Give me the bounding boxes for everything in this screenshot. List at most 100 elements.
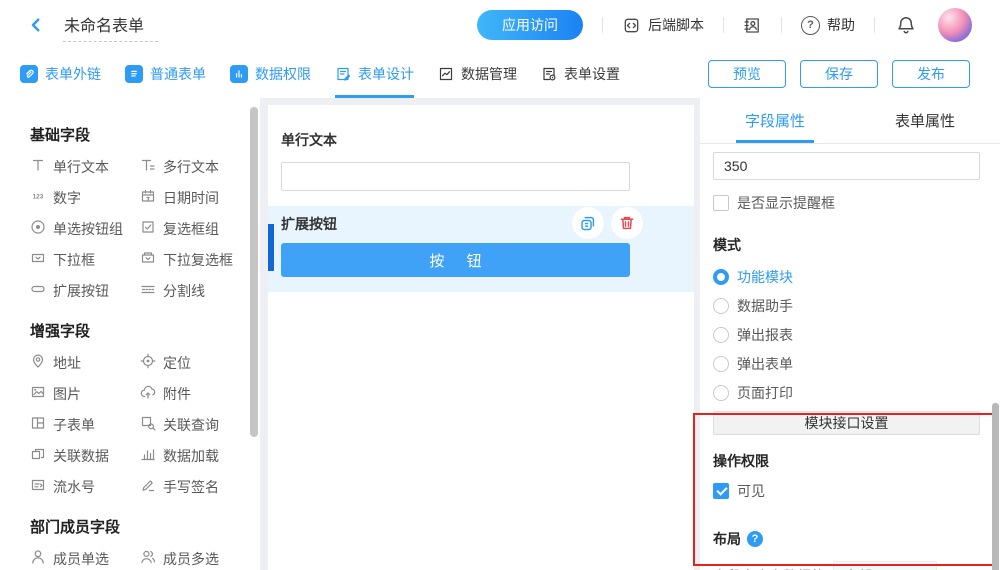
palette-item-label: 图片 xyxy=(53,384,81,404)
canvas-card: 单行文本 扩展按钮 按 钮 xyxy=(268,105,694,570)
mselect-icon xyxy=(140,250,156,266)
palette-item-label: 扩展按钮 xyxy=(53,281,109,301)
help-button[interactable]: ? 帮助 xyxy=(801,15,855,35)
visible-label: 可见 xyxy=(737,481,765,501)
palette-item-label: 关联数据 xyxy=(53,446,109,466)
copy-field-button[interactable] xyxy=(572,207,604,239)
nav-tab-1[interactable]: 普通表单 xyxy=(125,50,206,98)
checkbox-checked-icon[interactable] xyxy=(713,483,729,499)
palette-item[interactable]: 下拉复选框 xyxy=(140,250,260,281)
navformset-icon xyxy=(541,66,557,82)
palette-item[interactable]: 子表单 xyxy=(30,415,140,446)
member1-icon xyxy=(30,549,46,565)
palette-section-title: 部门成员字段 xyxy=(30,516,260,537)
textm-icon xyxy=(140,157,156,173)
backend-script-button[interactable]: 后端脚本 xyxy=(622,15,704,35)
mode-radio-0[interactable]: 功能模块 xyxy=(713,267,980,287)
field-width-value: 全部 xyxy=(844,566,872,570)
mode-radio-2[interactable]: 弹出报表 xyxy=(713,325,980,345)
mode-radio-4[interactable]: 页面打印 xyxy=(713,383,980,403)
palette-item[interactable]: 关联数据 xyxy=(30,446,140,477)
form-title[interactable]: 未命名表单 xyxy=(63,9,158,42)
visible-checkbox-row[interactable]: 可见 xyxy=(713,481,980,501)
canvas-field-button-selected[interactable]: 扩展按钮 按 钮 xyxy=(268,206,694,292)
inspector-scrollbar[interactable] xyxy=(992,403,999,570)
notification-bell-icon[interactable] xyxy=(896,15,916,35)
contacts-button[interactable] xyxy=(743,16,762,35)
module-api-settings-button[interactable]: 模块接口设置 xyxy=(713,411,980,435)
palette-item[interactable]: 地址 xyxy=(30,353,140,384)
question-icon: ? xyxy=(801,16,820,35)
navdoc-icon xyxy=(128,68,140,80)
nav-tab-0[interactable]: 表单外链 xyxy=(20,50,101,98)
membern-icon xyxy=(140,549,156,565)
nav-tab-5[interactable]: 表单设置 xyxy=(541,50,620,98)
palette-item-label: 附件 xyxy=(163,384,191,404)
layout-help-icon[interactable]: ? xyxy=(747,531,763,547)
contacts-icon xyxy=(743,16,762,35)
img-icon xyxy=(30,384,46,400)
locate-icon xyxy=(140,353,156,369)
palette-item[interactable]: 分割线 xyxy=(140,281,260,312)
app-access-button[interactable]: 应用访问 xyxy=(477,10,583,40)
select-icon xyxy=(30,250,46,266)
checkbox-unchecked-icon[interactable] xyxy=(713,195,729,211)
dataload-icon xyxy=(140,446,156,462)
palette-section-0: 基础字段单行文本多行文本123数字日期时间单选按钮组复选框组下拉框下拉复选框扩展… xyxy=(30,124,260,312)
palette-item[interactable]: 附件 xyxy=(140,384,260,415)
palette-item-label: 数字 xyxy=(53,188,81,208)
checkgroup-icon xyxy=(140,219,156,235)
palette-item[interactable]: 图片 xyxy=(30,384,140,415)
mode-radio-3[interactable]: 弹出表单 xyxy=(713,354,980,374)
field-width-select[interactable]: 全部 xyxy=(833,561,937,570)
navdesign-icon xyxy=(335,66,351,82)
navchart-icon xyxy=(438,66,454,82)
nav-tab-4[interactable]: 数据管理 xyxy=(438,50,517,98)
palette-item-label: 地址 xyxy=(53,353,81,373)
relquery-icon xyxy=(140,415,156,431)
palette-item[interactable]: 数据加载 xyxy=(140,446,260,477)
divider xyxy=(602,17,603,33)
palette-item[interactable]: 复选框组 xyxy=(140,219,260,250)
field-text-input[interactable] xyxy=(281,162,630,191)
back-button[interactable] xyxy=(26,15,46,35)
divider xyxy=(874,17,875,33)
selection-indicator-bar xyxy=(268,224,274,271)
palette-item[interactable]: 关联查询 xyxy=(140,415,260,446)
width-value-input[interactable] xyxy=(713,152,980,180)
palette-scrollbar[interactable] xyxy=(250,107,258,437)
nav-tab-label: 数据权限 xyxy=(255,64,311,84)
radio-icon xyxy=(713,298,729,314)
palette-item[interactable]: 成员多选 xyxy=(140,549,260,570)
palette-item[interactable]: 定位 xyxy=(140,353,260,384)
inspector-tab-0[interactable]: 字段属性 xyxy=(700,98,850,143)
palette-item[interactable]: 单行文本 xyxy=(30,157,140,188)
palette-item[interactable]: 下拉框 xyxy=(30,250,140,281)
palette-item[interactable]: 多行文本 xyxy=(140,157,260,188)
palette-item[interactable]: 成员单选 xyxy=(30,549,140,570)
extension-button-preview[interactable]: 按 钮 xyxy=(281,243,630,277)
canvas-field-text[interactable]: 单行文本 xyxy=(268,105,694,191)
nav-tab-2[interactable]: 数据权限 xyxy=(230,50,311,98)
palette-item[interactable]: 流水号 xyxy=(30,477,140,508)
contacts-icon xyxy=(743,16,762,35)
palette-item[interactable]: 日期时间 xyxy=(140,188,260,219)
palette-item[interactable]: 扩展按钮 xyxy=(30,281,140,312)
palette-item[interactable]: 手写签名 xyxy=(140,477,260,508)
action-button-1[interactable]: 保存 xyxy=(800,60,878,88)
palette-item-label: 下拉复选框 xyxy=(163,250,233,270)
show-reminder-checkbox-row[interactable]: 是否显示提醒框 xyxy=(713,193,980,213)
mode-radio-1[interactable]: 数据助手 xyxy=(713,296,980,316)
inspector-tab-1[interactable]: 表单属性 xyxy=(850,98,1000,143)
action-button-2[interactable]: 发布 xyxy=(892,60,970,88)
palette-item[interactable]: 123数字 xyxy=(30,188,140,219)
palette-item[interactable]: 单选按钮组 xyxy=(30,219,140,250)
nav-tab-3[interactable]: 表单设计 xyxy=(335,50,414,98)
user-avatar[interactable] xyxy=(938,8,972,42)
layout-section-title: 布局 xyxy=(713,529,741,549)
action-button-0[interactable]: 预览 xyxy=(708,60,786,88)
radio-label: 页面打印 xyxy=(737,383,793,403)
copy-icon xyxy=(579,214,597,232)
delete-field-button[interactable] xyxy=(611,207,643,239)
radio-icon xyxy=(713,356,729,372)
